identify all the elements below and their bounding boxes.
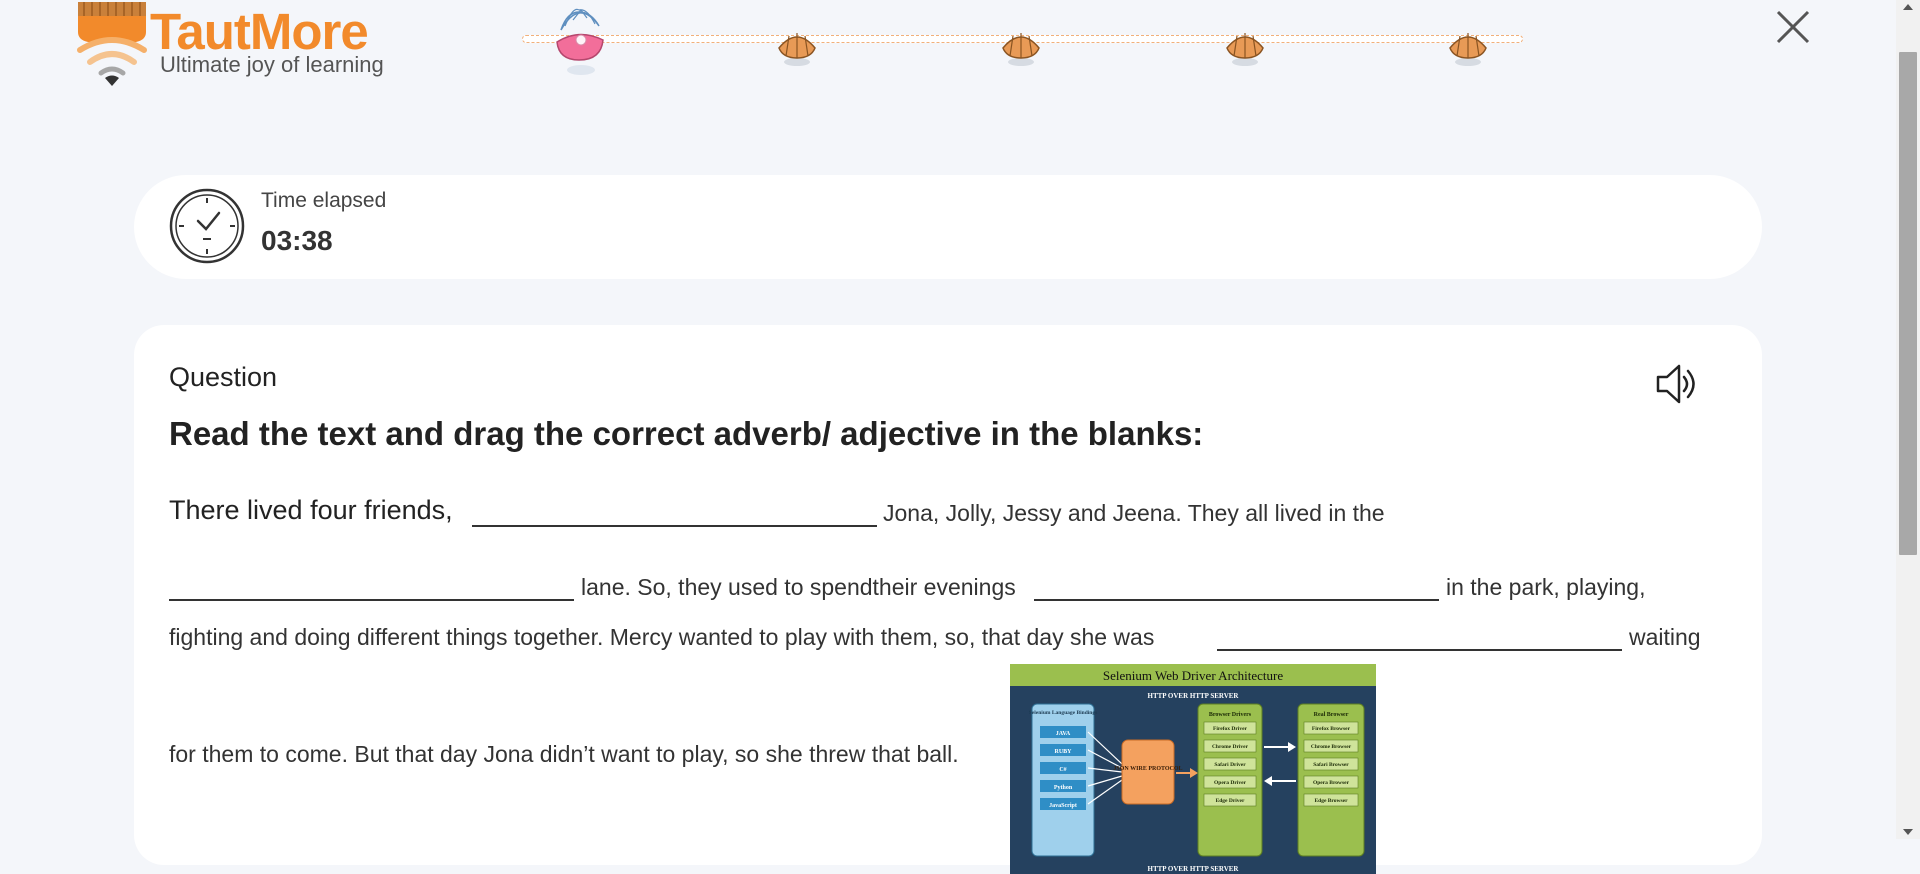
binding-item: Python: [1054, 785, 1073, 791]
brand-tagline: Ultimate joy of learning: [160, 52, 384, 77]
scrollbar-thumb[interactable]: [1899, 52, 1917, 555]
question-heading: Question: [169, 362, 278, 392]
closed-shell-icon: [1002, 33, 1040, 66]
driver-item: Opera Driver: [1214, 780, 1246, 786]
scroll-down-arrow-icon[interactable]: [1903, 829, 1913, 835]
speaker-icon[interactable]: [1655, 362, 1701, 406]
driver-item: Edge Driver: [1216, 798, 1245, 804]
driver-item: Firefox Driver: [1213, 726, 1248, 732]
driver-item: Chrome Driver: [1212, 744, 1249, 750]
answer-drop-blank[interactable]: [169, 575, 574, 601]
brand-logo[interactable]: TautMore Ultimate joy of learning: [76, 2, 416, 86]
diagram-title: Selenium Web Driver Architecture: [1103, 668, 1284, 683]
binding-item: JAVA: [1056, 731, 1071, 737]
passage-text: waiting: [1629, 624, 1701, 650]
browser-item: Opera Browser: [1313, 780, 1350, 786]
diagram-bottom-caption: HTTP OVER HTTP SERVER: [1148, 865, 1240, 873]
driver-item: Safari Driver: [1214, 762, 1246, 768]
bindings-title: Selenium Language Bindings: [1029, 710, 1097, 716]
question-card: Question Read the text and drag the corr…: [134, 325, 1762, 874]
diagram-top-caption: HTTP OVER HTTP SERVER: [1148, 692, 1240, 700]
passage-text: Jona, Jolly, Jessy and Jeena. They all l…: [883, 500, 1385, 526]
answer-drop-blank[interactable]: [1034, 575, 1439, 601]
passage-text: There lived four friends,: [169, 495, 453, 525]
closed-shell-icon: [778, 33, 816, 66]
browser-item: Edge Browser: [1314, 798, 1348, 804]
passage-text: in the park, playing,: [1446, 574, 1646, 600]
passage-text: fighting and doing different things toge…: [169, 624, 1155, 650]
browser-item: Firefox Browser: [1312, 726, 1351, 732]
browser-item: Safari Browser: [1313, 762, 1349, 768]
brand-name: TautMore: [150, 3, 369, 60]
passage-text: for them to come. But that day Jona didn…: [169, 741, 959, 767]
answer-drop-blank[interactable]: [472, 501, 877, 527]
closed-shell-icon: [1449, 33, 1487, 66]
binding-item: C#: [1059, 767, 1066, 773]
logo-mark-icon: [77, 2, 147, 86]
question-instruction: Read the text and drag the correct adver…: [169, 415, 1204, 452]
open-pearl-shell-icon: [556, 8, 604, 75]
timer-label: Time elapsed: [261, 189, 387, 212]
passage-text: lane. So, they used to spendtheir evenin…: [581, 574, 1016, 600]
scroll-up-arrow-icon[interactable]: [1903, 4, 1913, 10]
vertical-scrollbar[interactable]: [1896, 0, 1920, 839]
answer-drop-blank[interactable]: [1217, 625, 1622, 651]
close-icon[interactable]: [1774, 8, 1812, 46]
binding-item: RUBY: [1054, 749, 1072, 755]
binding-item: JavaScript: [1049, 803, 1077, 809]
clock-icon: [169, 188, 245, 264]
timer-value: 03:38: [261, 225, 333, 256]
browser-item: Chrome Browser: [1311, 744, 1352, 750]
question-progress-track: [520, 0, 1525, 80]
browsers-title: Real Browser: [1314, 712, 1349, 718]
closed-shell-icon: [1226, 33, 1264, 66]
selenium-architecture-image: Selenium Web Driver Architecture HTTP OV…: [1010, 664, 1376, 874]
protocol-label: JSON WIRE PROTOCOL: [1113, 766, 1182, 772]
timer-card: Time elapsed 03:38: [134, 175, 1762, 279]
drivers-title: Browser Drivers: [1209, 712, 1252, 718]
